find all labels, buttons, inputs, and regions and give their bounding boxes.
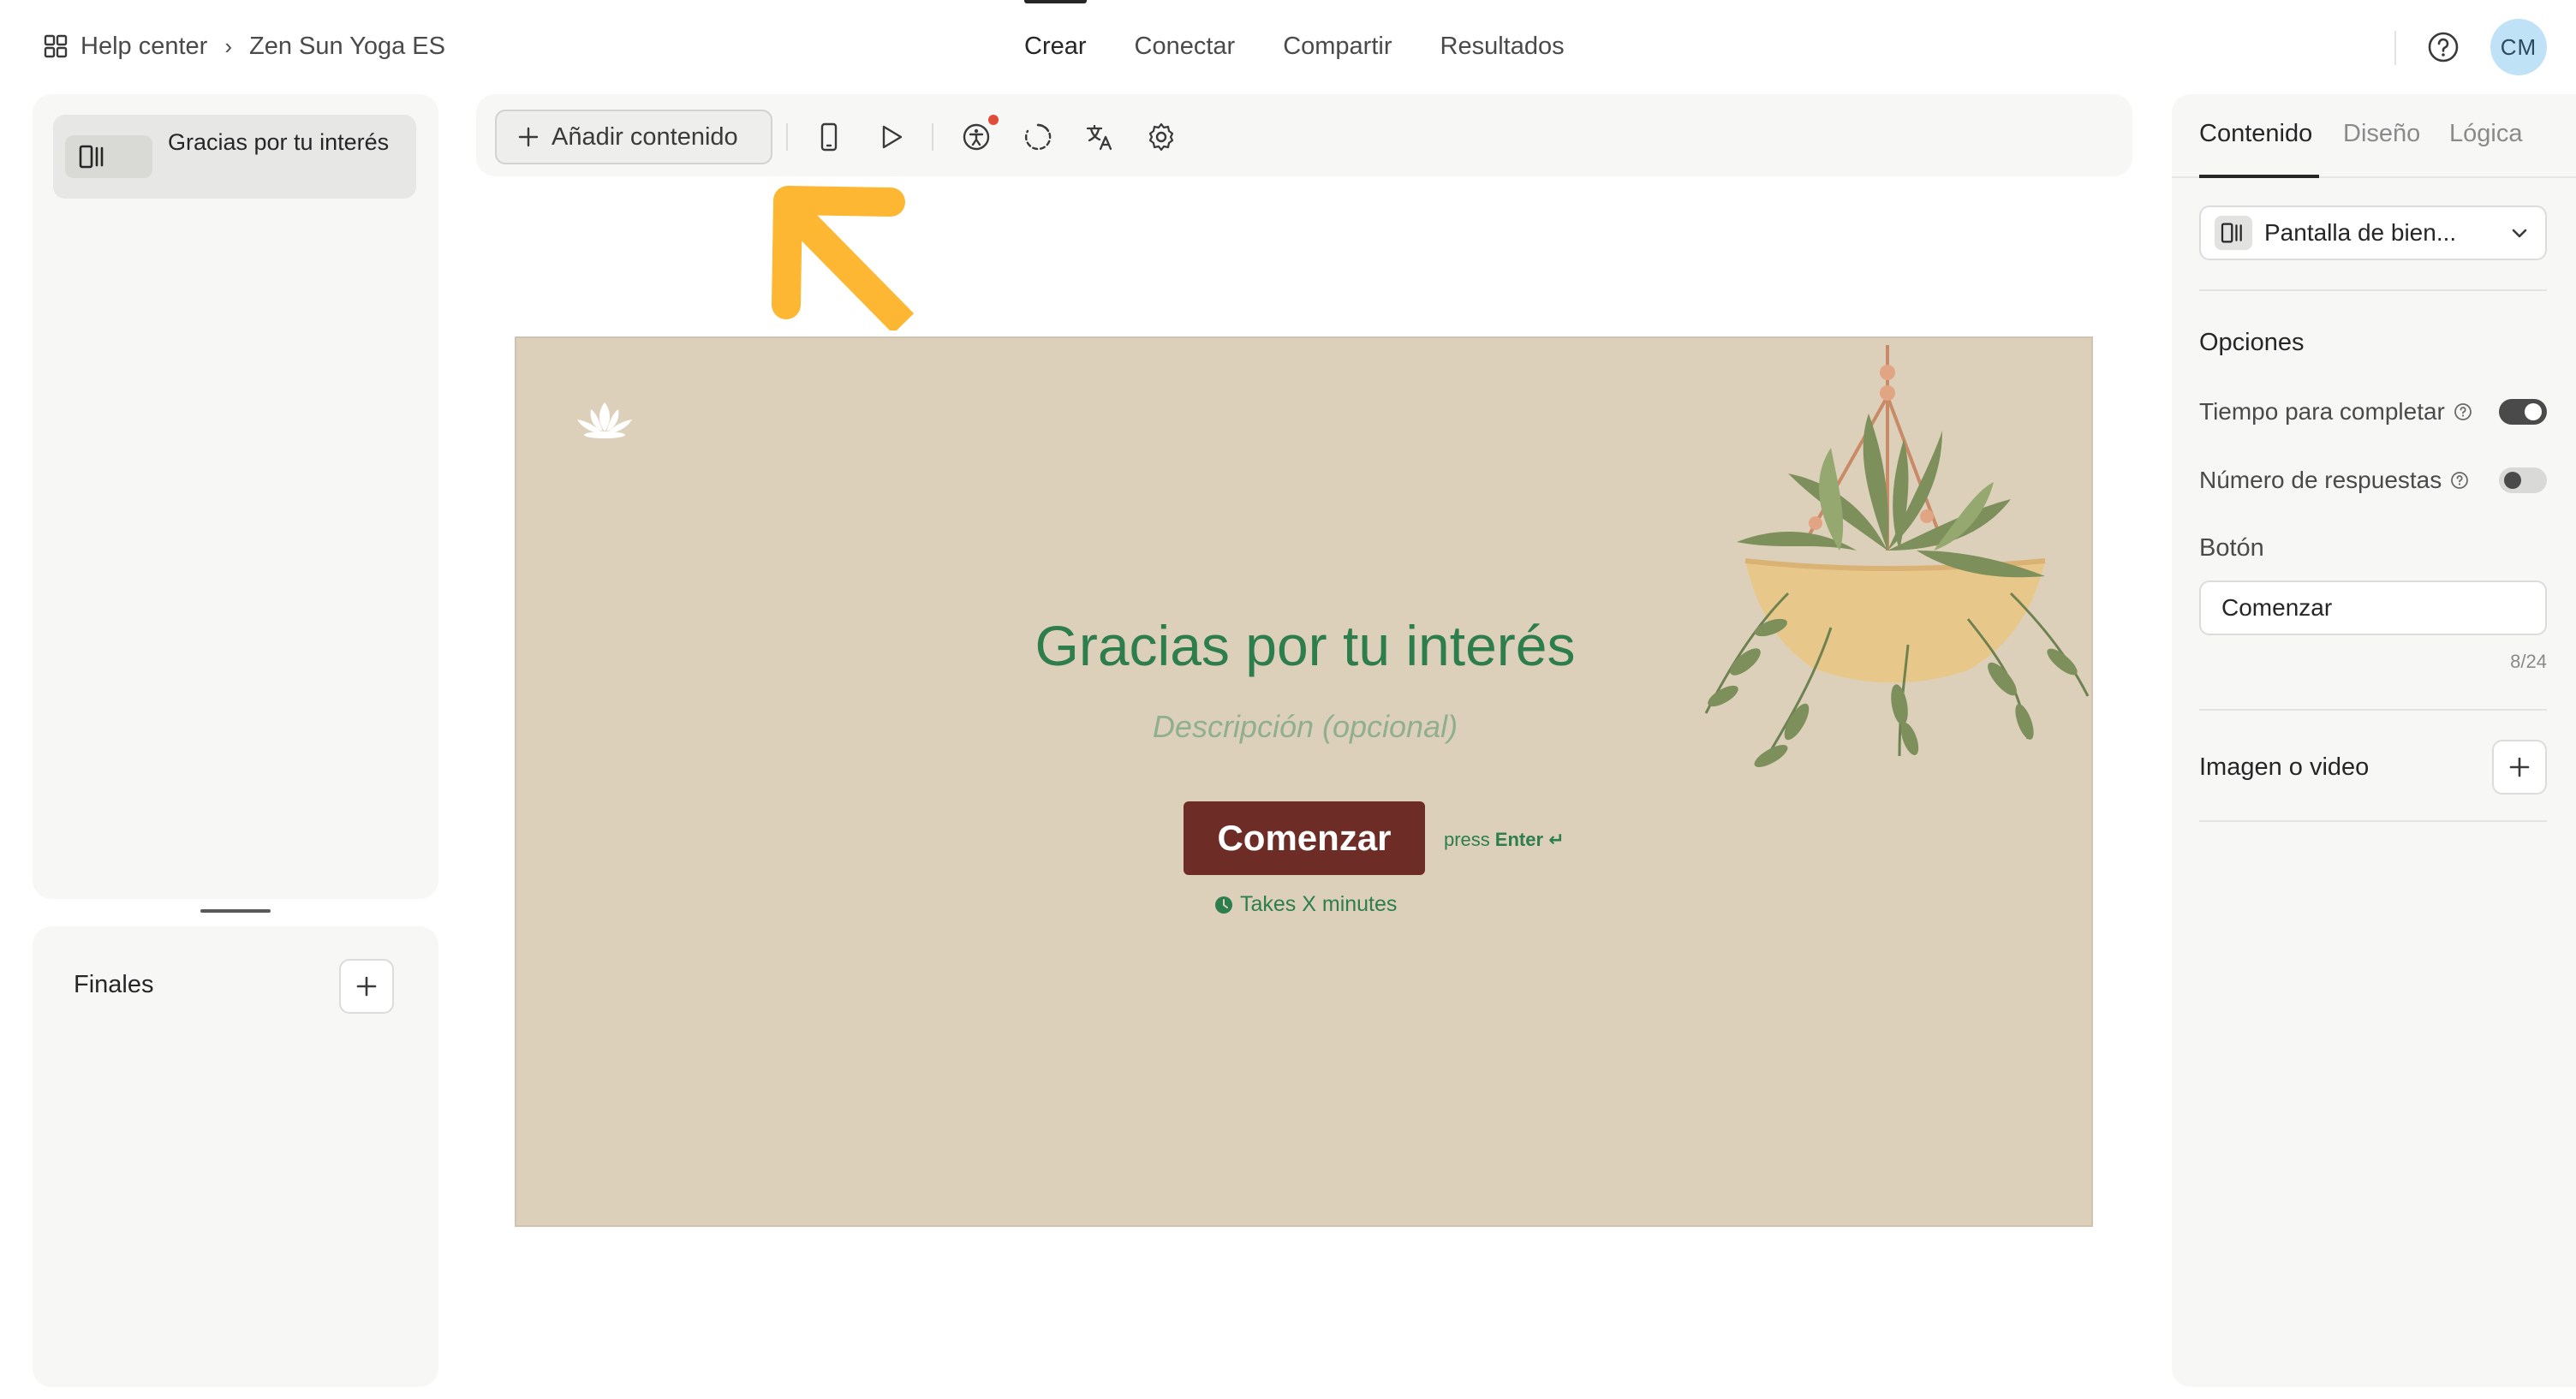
apps-grid-icon[interactable]	[43, 33, 69, 59]
toolbar-divider	[932, 123, 933, 151]
press-text: press	[1444, 829, 1490, 850]
settings-gear-icon[interactable]	[1142, 118, 1180, 156]
screen-title[interactable]: Gracias por tu interés	[856, 613, 1754, 678]
screen-description[interactable]: Descripción (opcional)	[856, 709, 1754, 745]
button-field-label: Botón	[2199, 534, 2264, 562]
lotus-logo-icon	[577, 402, 632, 438]
options-title: Opciones	[2199, 329, 2305, 356]
info-question-icon[interactable]	[2450, 471, 2469, 490]
time-to-complete-toggle[interactable]	[2499, 399, 2547, 425]
help-icon[interactable]	[2425, 29, 2461, 65]
tab-compartir[interactable]: Compartir	[1259, 0, 1416, 92]
question-item-label: Gracias por tu interés	[168, 129, 390, 155]
plus-icon	[518, 127, 539, 147]
divider	[2394, 31, 2396, 65]
media-label: Imagen o video	[2199, 753, 2370, 781]
play-preview-icon[interactable]	[872, 118, 909, 156]
char-counter: 8/24	[2510, 651, 2547, 672]
progress-loader-icon[interactable]	[1019, 118, 1057, 156]
endings-label: Finales	[74, 971, 154, 998]
tab-crear[interactable]: Crear	[1000, 0, 1111, 92]
translate-icon[interactable]	[1081, 118, 1118, 156]
time-text: Takes X minutes	[1240, 892, 1398, 916]
add-content-button[interactable]: Añadir contenido	[495, 110, 772, 164]
active-tab-indicator	[2199, 175, 2319, 178]
add-media-button[interactable]	[2492, 740, 2547, 795]
user-avatar[interactable]: CM	[2490, 19, 2547, 75]
chevron-down-icon	[2509, 223, 2530, 243]
tab-diseno[interactable]: Diseño	[2343, 120, 2420, 148]
add-content-label: Añadir contenido	[552, 122, 738, 151]
breadcrumb: Help center › Zen Sun Yoga ES	[43, 29, 445, 63]
num-responses-row: Número de respuestas	[2199, 466, 2547, 495]
mobile-preview-icon[interactable]	[810, 118, 848, 156]
enter-key-label: Enter ↵	[1494, 829, 1565, 850]
tab-conectar[interactable]: Conectar	[1111, 0, 1260, 92]
tab-logica[interactable]: Lógica	[2449, 120, 2522, 148]
welcome-screen-icon	[65, 135, 152, 178]
time-to-complete-label: Tiempo para completar	[2199, 398, 2445, 425]
chevron-right-icon: ›	[224, 33, 232, 59]
arrow-pointer-icon	[772, 186, 915, 330]
start-button[interactable]: Comenzar	[1184, 801, 1425, 875]
time-to-complete-hint: Takes X minutes	[1214, 892, 1397, 917]
tab-resultados[interactable]: Resultados	[1416, 0, 1589, 92]
info-question-icon[interactable]	[2454, 402, 2472, 421]
divider	[2199, 820, 2547, 822]
num-responses-label: Número de respuestas	[2199, 467, 2442, 493]
button-text-input[interactable]	[2199, 580, 2547, 635]
press-enter-hint: press Enter ↵	[1444, 829, 1565, 851]
panel-resize-handle[interactable]	[200, 909, 271, 913]
time-to-complete-row: Tiempo para completar	[2199, 397, 2547, 426]
notification-dot	[988, 115, 999, 125]
divider	[2199, 289, 2547, 291]
plus-icon	[2509, 757, 2530, 777]
main-nav: Crear Conectar Compartir Resultados	[1000, 0, 1589, 92]
add-ending-button[interactable]	[339, 959, 394, 1014]
questions-panel	[33, 94, 438, 899]
screen-type-value: Pantalla de bien...	[2264, 219, 2457, 246]
tab-contenido[interactable]: Contenido	[2199, 120, 2312, 148]
breadcrumb-root-link[interactable]: Help center	[80, 33, 207, 61]
breadcrumb-current[interactable]: Zen Sun Yoga ES	[249, 33, 445, 61]
clock-icon	[1215, 896, 1232, 914]
num-responses-toggle[interactable]	[2499, 467, 2547, 493]
screen-type-select[interactable]: Pantalla de bien...	[2199, 205, 2547, 260]
welcome-screen-icon	[2215, 216, 2252, 250]
plus-icon	[356, 976, 377, 997]
divider	[2199, 709, 2547, 711]
toolbar-divider	[786, 123, 788, 151]
